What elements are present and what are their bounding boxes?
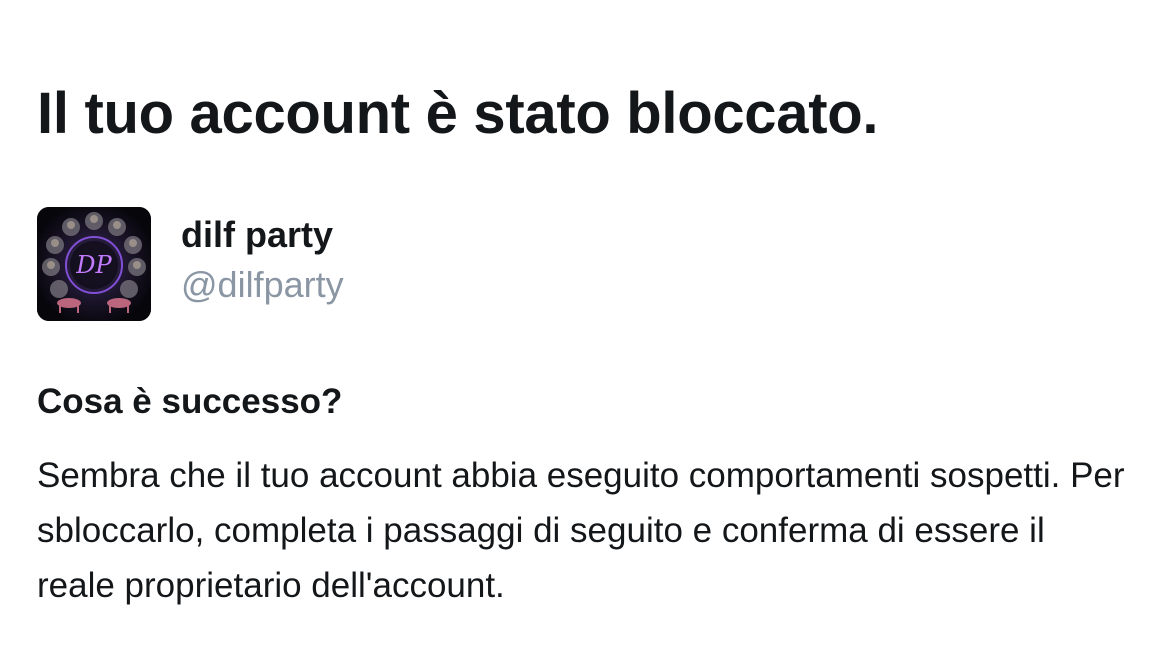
profile-avatar-icon: DP	[37, 207, 151, 321]
what-happened-body: Sembra che il tuo account abbia eseguito…	[37, 456, 1125, 605]
account-names: dilf party @dilfparty	[181, 207, 344, 307]
page-title: Il tuo account è stato bloccato.	[37, 81, 879, 146]
what-happened-heading: Cosa è successo?	[37, 382, 343, 421]
avatar-monogram: DP	[75, 251, 112, 279]
account-display-name: dilf party	[181, 214, 334, 255]
account-card: DP dilf party @dilfparty	[37, 207, 344, 321]
account-handle: @dilfparty	[181, 264, 344, 305]
